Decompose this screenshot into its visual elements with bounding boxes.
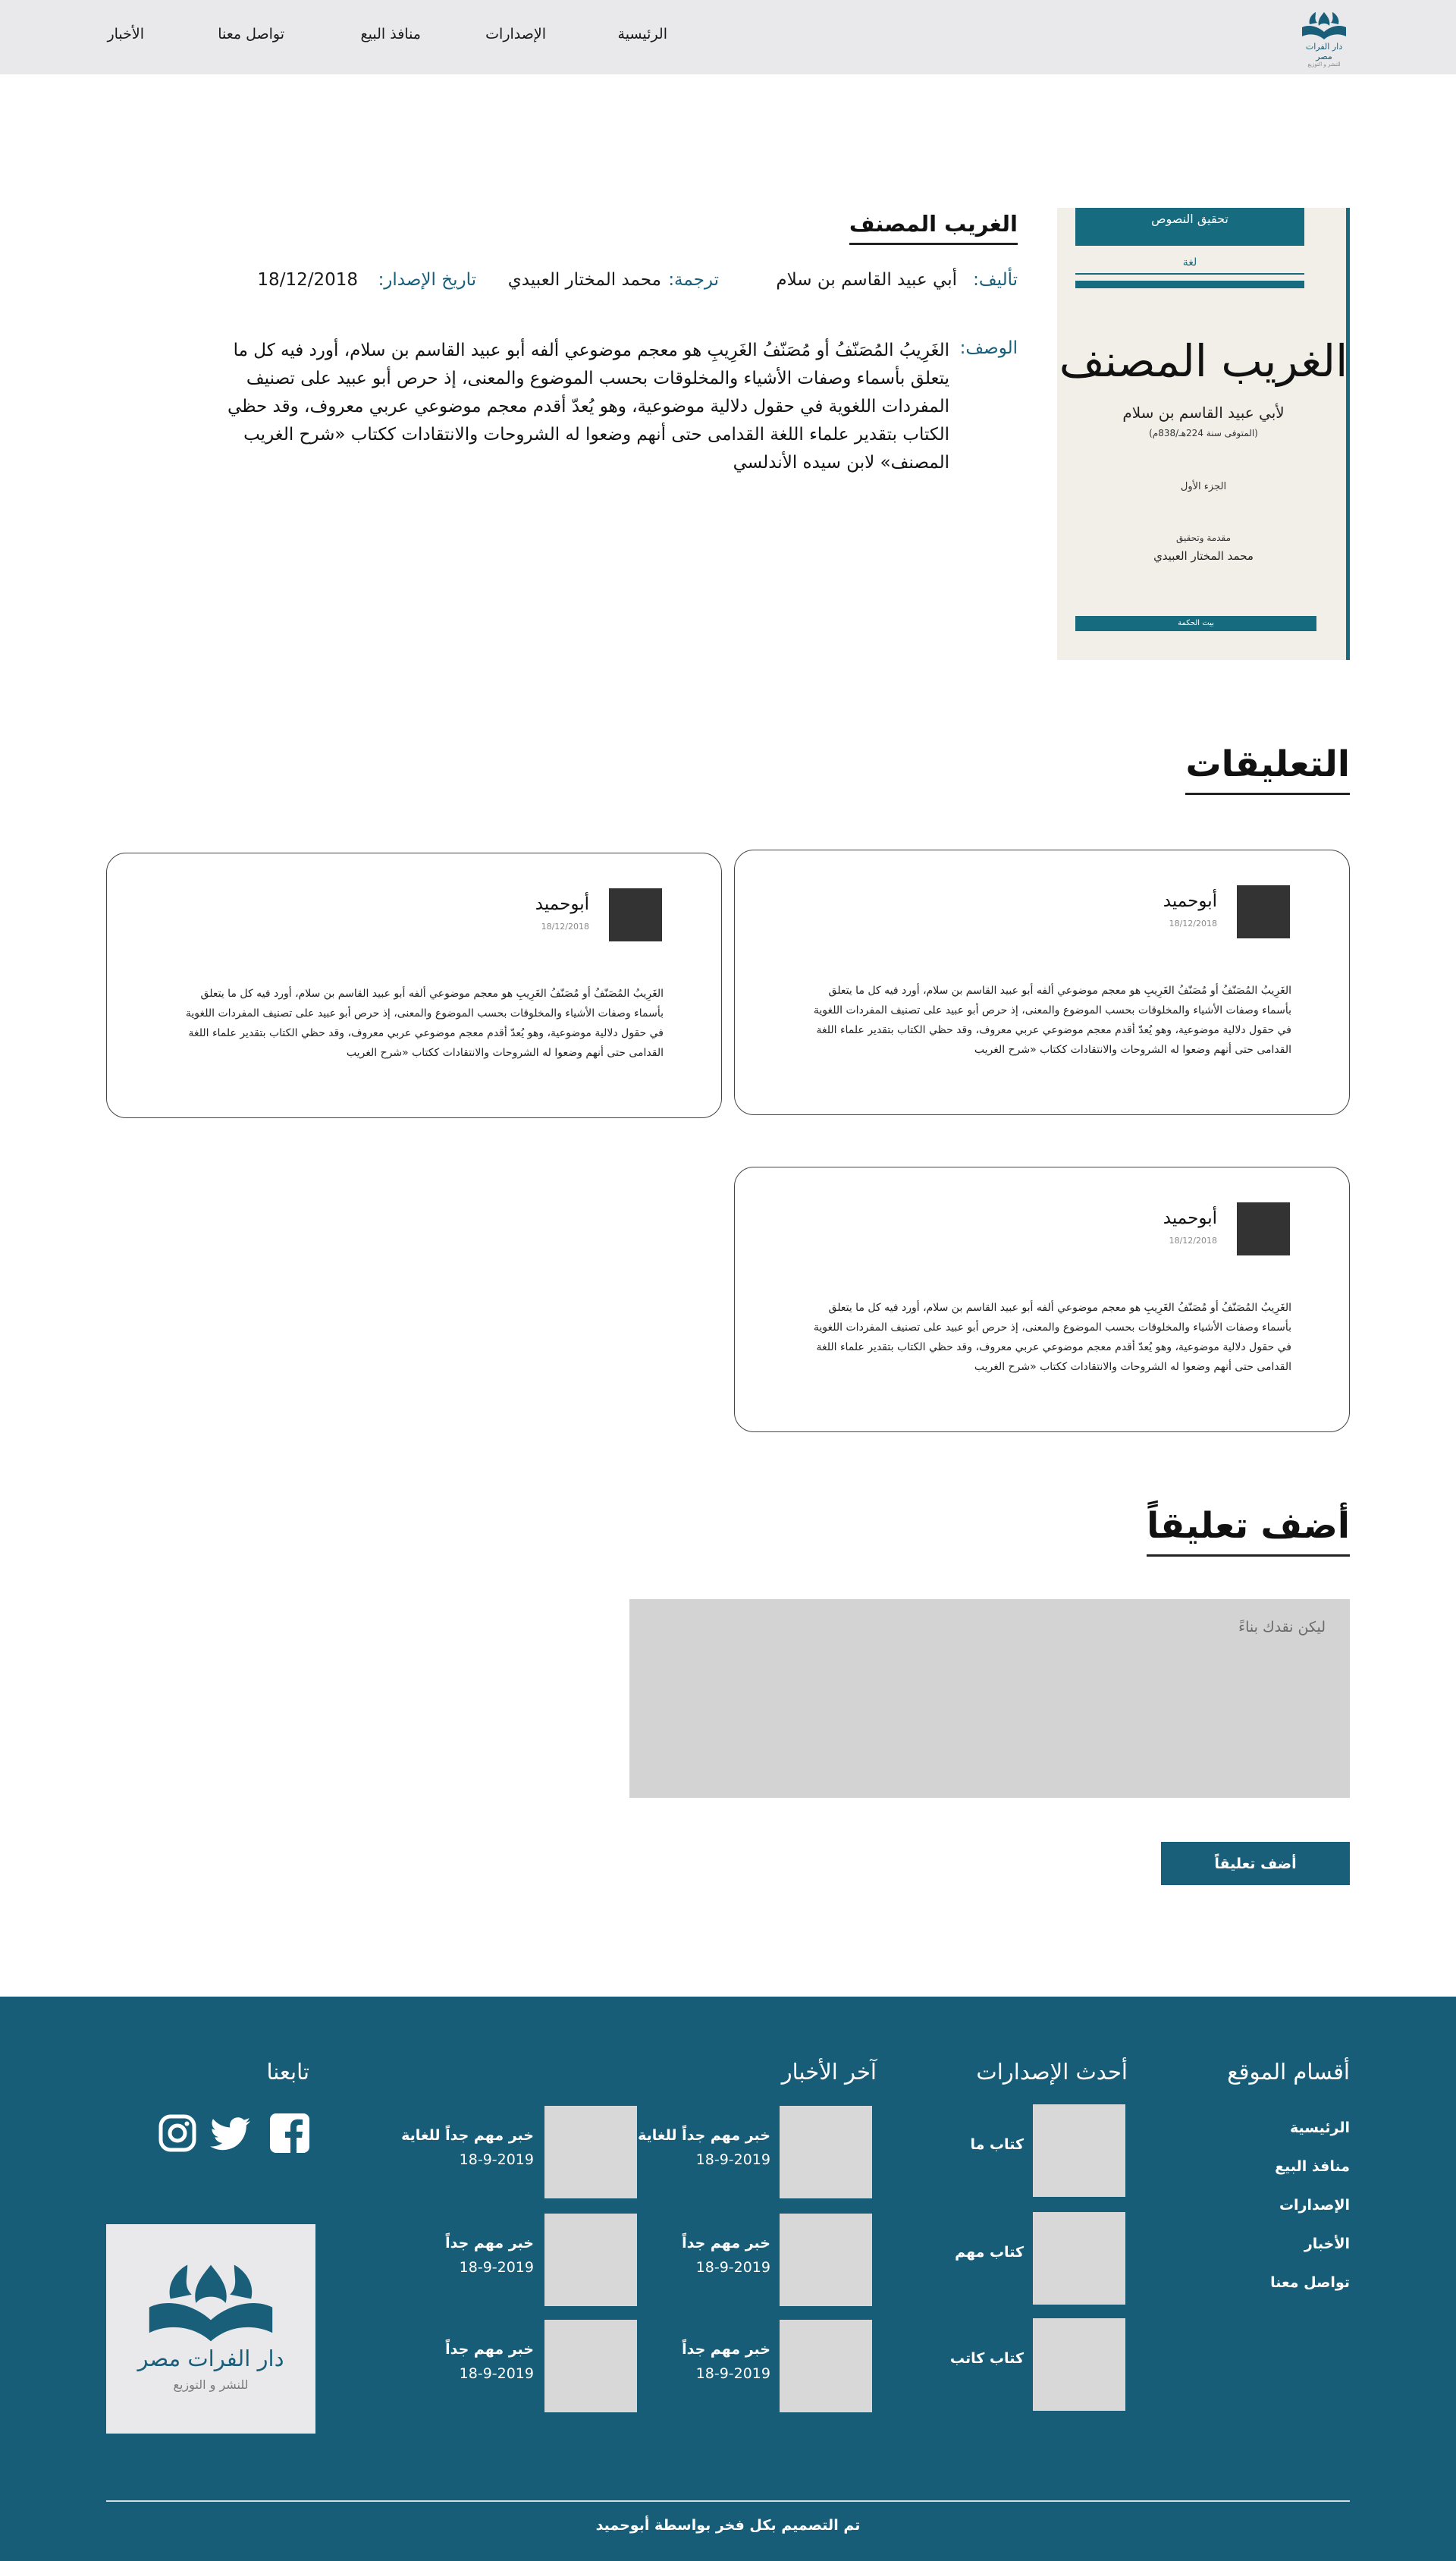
footer-link-news[interactable]: الأخبار <box>1304 2236 1350 2252</box>
translator-value: محمد المختار العبيدي <box>507 270 661 290</box>
book-cover-image: تحقيق النصوص لغة الغريب المصنف لأبي عبيد… <box>1057 208 1350 660</box>
site-footer: أقسام الموقع أحدث الإصدارات آخر الأخبار … <box>0 1997 1456 2561</box>
cover-part: الجزء الأول <box>1180 481 1227 492</box>
news-title[interactable]: خبر مهم جداً <box>445 2341 534 2358</box>
cover-title: الغريب المصنف <box>1059 335 1348 387</box>
footer-divider <box>106 2500 1350 2502</box>
news-thumbnail[interactable] <box>544 2214 637 2306</box>
comments-heading: التعليقات <box>1185 743 1350 795</box>
site-header: دار الفرات مصر للنشر و التوزيع الرئيسية … <box>0 0 1456 74</box>
cover-editor: محمد المختار العبيدي <box>1153 549 1254 563</box>
translator-label: ترجمة: <box>668 270 719 290</box>
nav-outlets[interactable]: منافذ البيع <box>361 26 421 42</box>
cover-stripe <box>1075 281 1304 288</box>
cover-edition-line: مقدمة وتحقيق <box>1175 533 1232 543</box>
avatar <box>609 888 662 941</box>
comment-date: 18/12/2018 <box>1169 1236 1217 1246</box>
instagram-icon[interactable] <box>156 2112 199 2154</box>
news-title[interactable]: خبر مهم جداً للغاية <box>638 2127 770 2144</box>
news-thumbnail[interactable] <box>544 2106 637 2198</box>
header-logo-tagline: للنشر و التوزيع <box>1307 61 1341 68</box>
news-title[interactable]: خبر مهم جداً <box>445 2235 534 2251</box>
news-thumbnail[interactable] <box>780 2214 872 2306</box>
news-date: 18-9-2019 <box>459 2151 534 2168</box>
footer-link-contact[interactable]: تواصل معنا <box>1270 2274 1350 2291</box>
footer-logo-name: دار الفرات مصر <box>137 2346 284 2371</box>
footer-follow-heading: تابعنا <box>266 2059 309 2085</box>
add-comment-button[interactable]: أضف تعليقاً <box>1161 1842 1350 1885</box>
news-thumbnail[interactable] <box>780 2106 872 2198</box>
news-thumbnail[interactable] <box>780 2320 872 2412</box>
comment-date: 18/12/2018 <box>541 922 589 932</box>
news-date: 18-9-2019 <box>459 2365 534 2382</box>
footer-sections-heading: أقسام الموقع <box>1227 2059 1350 2085</box>
release-title[interactable]: كتاب كاتب <box>950 2350 1024 2367</box>
cover-publisher: بيت الحكمة <box>1075 616 1316 631</box>
release-title[interactable]: كتاب ما <box>970 2136 1024 2153</box>
twitter-icon[interactable] <box>209 2112 252 2154</box>
nav-contact[interactable]: تواصل معنا <box>218 26 284 42</box>
news-date: 18-9-2019 <box>459 2259 534 2276</box>
author-value: أبي عبيد القاسم بن سلام <box>776 270 957 290</box>
comment-author: أبوحميد <box>535 894 589 914</box>
comment-date: 18/12/2018 <box>1169 919 1217 929</box>
nav-releases[interactable]: الإصدارات <box>485 26 546 42</box>
footer-news-heading: آخر الأخبار <box>781 2059 877 2085</box>
footer-logo: دار الفرات مصر للنشر و التوزيع <box>106 2224 315 2434</box>
book-meta: تأليف: أبي عبيد القاسم بن سلام ترجمة: مح… <box>257 270 1018 297</box>
nav-home[interactable]: الرئيسية <box>618 26 667 42</box>
comment-card: أبوحميد 18/12/2018 الغَرِيبُ المُصَنّفُ … <box>734 850 1350 1115</box>
cover-series: تحقيق النصوص <box>1075 208 1304 246</box>
avatar <box>1237 1202 1290 1255</box>
avatar <box>1237 885 1290 938</box>
comment-text: الغَرِيبُ المُصَنّفُ أو مُصَنّفُ الغَرِي… <box>813 1302 1291 1373</box>
news-date: 18-9-2019 <box>695 2365 770 2382</box>
cover-died: (المتوفى سنة 224هـ/838م) <box>1149 428 1258 438</box>
book-description: الغَرِيبُ المُصَنّفُ أو مُصَنّفُ الغَرِي… <box>227 341 949 473</box>
news-thumbnail[interactable] <box>544 2320 637 2412</box>
release-thumbnail[interactable] <box>1033 2318 1125 2411</box>
release-thumbnail[interactable] <box>1033 2212 1125 2305</box>
footer-link-home[interactable]: الرئيسية <box>1290 2120 1350 2136</box>
author-label: تأليف: <box>973 270 1018 290</box>
footer-logo-tagline: للنشر و التوزيع <box>173 2377 249 2392</box>
news-title[interactable]: خبر مهم جداً <box>682 2341 770 2358</box>
comment-author: أبوحميد <box>1163 1208 1217 1228</box>
book-logo-icon <box>149 2264 273 2342</box>
comment-text: الغَرِيبُ المُصَنّفُ أو مُصَنّفُ الغَرِي… <box>813 985 1291 1056</box>
date-value: 18/12/2018 <box>257 270 358 290</box>
main-nav: الرئيسية الإصدارات منافذ البيع تواصل معن… <box>0 26 1456 49</box>
footer-link-releases[interactable]: الإصدارات <box>1279 2197 1350 2214</box>
date-label: تاريخ الإصدار: <box>378 270 476 290</box>
comment-card: أبوحميد 18/12/2018 الغَرِيبُ المُصَنّفُ … <box>734 1167 1350 1432</box>
footer-credit: تم التصميم بكل فخر بواسطة أبوحميد <box>595 2517 861 2534</box>
cover-author: لأبي عبيد القاسم بن سلام <box>1122 404 1285 422</box>
description-label: الوصف: <box>959 338 1018 358</box>
book-title: الغريب المصنف <box>849 211 1018 245</box>
news-date: 18-9-2019 <box>695 2259 770 2276</box>
footer-link-outlets[interactable]: منافذ البيع <box>1275 2158 1350 2175</box>
comment-card: أبوحميد 18/12/2018 الغَرِيبُ المُصَنّفُ … <box>106 853 722 1118</box>
facebook-icon[interactable] <box>268 2112 311 2154</box>
cover-subseries: لغة <box>1075 256 1304 275</box>
footer-releases-heading: أحدث الإصدارات <box>976 2059 1128 2085</box>
add-comment-heading: أضف تعليقاً <box>1147 1505 1350 1557</box>
news-date: 18-9-2019 <box>695 2151 770 2168</box>
comment-input[interactable] <box>629 1599 1350 1798</box>
news-title[interactable]: خبر مهم جداً للغاية <box>401 2127 534 2144</box>
news-title[interactable]: خبر مهم جداً <box>682 2235 770 2251</box>
comment-text: الغَرِيبُ المُصَنّفُ أو مُصَنّفُ الغَرِي… <box>185 988 664 1059</box>
release-thumbnail[interactable] <box>1033 2104 1125 2197</box>
comment-author: أبوحميد <box>1163 891 1217 911</box>
nav-news[interactable]: الأخبار <box>107 26 144 42</box>
release-title[interactable]: كتاب مهم <box>955 2244 1024 2261</box>
